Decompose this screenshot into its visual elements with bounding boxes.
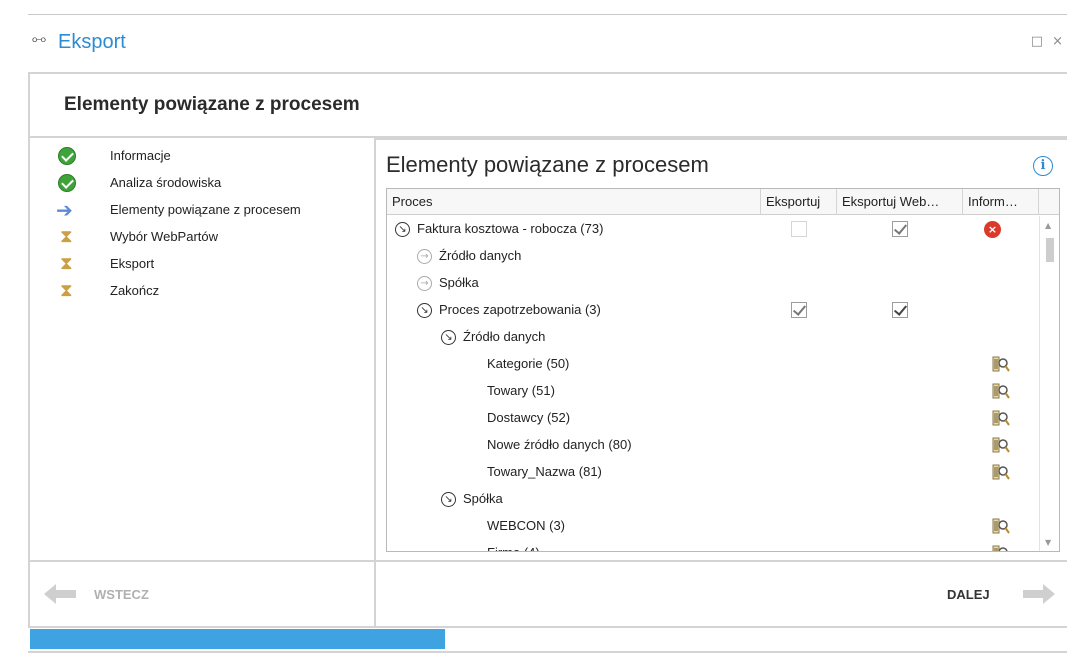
table-row[interactable]: Dostawcy (52) bbox=[387, 405, 1039, 432]
expand-icon[interactable]: → bbox=[417, 276, 432, 291]
step-wybor-webpartow: ⧗ Wybór WebPartów bbox=[30, 227, 370, 249]
related-link-icon[interactable] bbox=[991, 462, 1011, 482]
arrow-right-icon bbox=[1023, 584, 1055, 604]
check-icon bbox=[56, 147, 78, 167]
table-row[interactable]: Firma (4) bbox=[387, 540, 1039, 552]
page-title: Elementy powiązane z procesem bbox=[64, 94, 360, 115]
table-row[interactable]: Kategorie (50) bbox=[387, 351, 1039, 378]
row-label: Spółka bbox=[463, 491, 503, 506]
table-row[interactable]: → Spółka bbox=[387, 270, 1039, 297]
table-row[interactable]: Nowe źródło danych (80) bbox=[387, 432, 1039, 459]
footer-left: WSTECZ bbox=[28, 560, 376, 628]
scroll-down-icon[interactable]: ▼ bbox=[1045, 538, 1051, 547]
column-header-eksportuj-web[interactable]: Eksportuj Web… bbox=[837, 189, 963, 215]
step-label: Wybór WebPartów bbox=[110, 229, 219, 244]
step-label: Informacje bbox=[110, 148, 171, 163]
title-bar: ⧟ Eksport □ × bbox=[28, 28, 1067, 60]
collapse-icon[interactable]: ↘ bbox=[417, 303, 432, 318]
step-zakoncz: ⧗ Zakończ bbox=[30, 281, 370, 303]
step-label: Zakończ bbox=[110, 283, 160, 298]
table-row[interactable]: WEBCON (3) bbox=[387, 513, 1039, 540]
row-label: Spółka bbox=[439, 275, 479, 290]
row-label: Proces zapotrzebowania (3) bbox=[439, 302, 601, 317]
step-label: Eksport bbox=[110, 256, 155, 271]
row-label: Nowe źródło danych (80) bbox=[487, 437, 632, 452]
grid-header: Proces Eksportuj Eksportuj Web… Inform… bbox=[387, 189, 1059, 215]
arrow-right-icon: ➔ bbox=[56, 198, 73, 222]
content-title: Elementy powiązane z procesem bbox=[386, 152, 709, 177]
footer-right: DALEJ bbox=[376, 560, 1067, 628]
step-label: Analiza środowiska bbox=[110, 175, 222, 190]
close-button[interactable]: × bbox=[1052, 34, 1063, 49]
column-header-eksportuj[interactable]: Eksportuj bbox=[761, 189, 837, 215]
row-label: Dostawcy (52) bbox=[487, 410, 571, 425]
hourglass-icon: ⧗ bbox=[60, 226, 73, 247]
row-label: Towary_Nazwa (81) bbox=[487, 464, 602, 479]
export-web-checkbox[interactable] bbox=[892, 302, 908, 318]
next-label: DALEJ bbox=[947, 587, 990, 602]
collapse-icon[interactable]: ↘ bbox=[441, 492, 456, 507]
hourglass-icon: ⧗ bbox=[60, 253, 73, 274]
export-checkbox[interactable] bbox=[791, 302, 807, 318]
step-analiza-srodowiska: Analiza środowiska bbox=[30, 173, 370, 195]
export-web-checkbox[interactable] bbox=[892, 221, 908, 237]
step-elementy-powiazane: ➔ Elementy powiązane z procesem bbox=[30, 200, 370, 222]
expand-icon[interactable]: → bbox=[417, 249, 432, 264]
related-link-icon[interactable] bbox=[991, 408, 1011, 428]
table-row[interactable]: ↘ Proces zapotrzebowania (3) bbox=[387, 297, 1039, 324]
collapse-icon[interactable]: ↘ bbox=[441, 330, 456, 345]
link-icon: ⧟ bbox=[32, 31, 46, 47]
error-icon: × bbox=[984, 221, 1001, 238]
related-link-icon[interactable] bbox=[991, 435, 1011, 455]
arrow-left-icon bbox=[44, 584, 76, 604]
window-title: Eksport bbox=[58, 31, 126, 53]
wizard-steps-panel: Informacje Analiza środowiska ➔ Elementy… bbox=[28, 138, 376, 560]
table-row[interactable]: ↘ Źródło danych bbox=[387, 324, 1039, 351]
info-icon[interactable]: i bbox=[1033, 156, 1053, 176]
back-label: WSTECZ bbox=[94, 587, 149, 602]
column-header-informacje[interactable]: Inform… bbox=[963, 189, 1039, 215]
table-row[interactable]: Towary_Nazwa (81) bbox=[387, 459, 1039, 486]
step-label: Elementy powiązane z procesem bbox=[110, 202, 301, 217]
maximize-button[interactable]: □ bbox=[1031, 34, 1043, 49]
content-panel: Elementy powiązane z procesem i Proces E… bbox=[376, 138, 1067, 560]
table-row[interactable]: → Źródło danych bbox=[387, 243, 1039, 270]
back-button[interactable]: WSTECZ bbox=[44, 582, 204, 608]
row-label: WEBCON (3) bbox=[487, 518, 565, 533]
column-header-proces[interactable]: Proces bbox=[387, 189, 761, 215]
related-link-icon[interactable] bbox=[991, 543, 1011, 552]
check-icon bbox=[56, 174, 78, 194]
progress-fill bbox=[30, 629, 445, 649]
hourglass-icon: ⧗ bbox=[60, 280, 73, 301]
row-label: Kategorie (50) bbox=[487, 356, 570, 371]
step-informacje: Informacje bbox=[30, 146, 370, 168]
progress-bar bbox=[30, 629, 1067, 649]
scroll-thumb[interactable] bbox=[1046, 238, 1054, 262]
export-checkbox[interactable] bbox=[791, 221, 807, 237]
row-label: Źródło danych bbox=[463, 329, 546, 344]
scroll-up-icon[interactable]: ▲ bbox=[1045, 221, 1051, 230]
collapse-icon[interactable]: ↘ bbox=[395, 222, 410, 237]
related-link-icon[interactable] bbox=[991, 516, 1011, 536]
row-label: Faktura kosztowa - robocza (73) bbox=[417, 221, 604, 236]
related-link-icon[interactable] bbox=[991, 354, 1011, 374]
row-label: Źródło danych bbox=[439, 248, 522, 263]
table-row[interactable]: Towary (51) bbox=[387, 378, 1039, 405]
table-row[interactable]: ↘ Faktura kosztowa - robocza (73) × bbox=[387, 216, 1039, 243]
row-label: Towary (51) bbox=[487, 383, 555, 398]
vertical-scrollbar[interactable]: ▲ ▼ bbox=[1039, 216, 1059, 551]
row-label: Firma (4) bbox=[487, 545, 540, 551]
table-row[interactable]: ↘ Spółka bbox=[387, 486, 1039, 513]
next-button[interactable]: DALEJ bbox=[939, 582, 1059, 608]
wizard-header: Elementy powiązane z procesem bbox=[28, 72, 1067, 138]
elements-grid: Proces Eksportuj Eksportuj Web… Inform… … bbox=[386, 188, 1060, 552]
window-top-border bbox=[28, 14, 1067, 15]
related-link-icon[interactable] bbox=[991, 381, 1011, 401]
step-eksport: ⧗ Eksport bbox=[30, 254, 370, 276]
